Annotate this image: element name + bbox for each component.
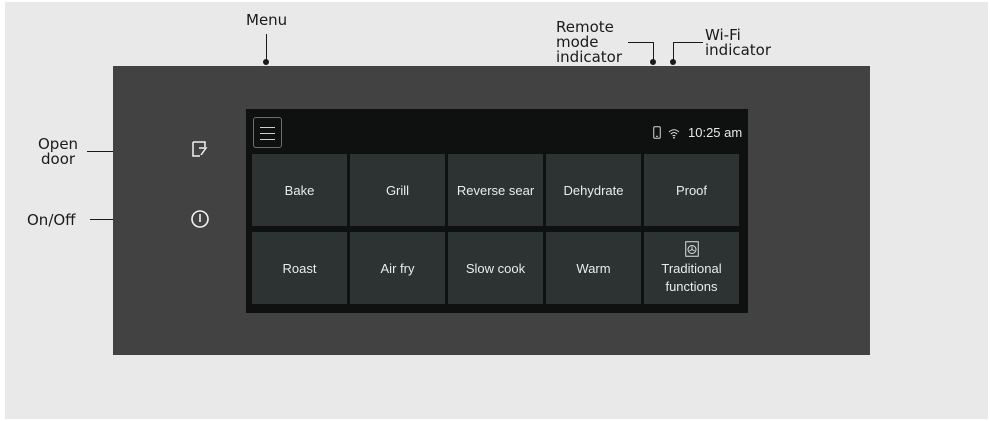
- callout-remote-dot: [650, 59, 656, 65]
- callout-menu-line: [266, 34, 267, 61]
- callout-remote-line-v: [653, 42, 654, 60]
- menu-icon-line: [260, 139, 275, 140]
- callout-remote-label: Remote mode indicator: [556, 18, 623, 66]
- function-grill[interactable]: Grill: [350, 154, 445, 226]
- function-dehydrate[interactable]: Dehydrate: [546, 154, 641, 226]
- open-door-button[interactable]: [190, 139, 210, 159]
- wifi-icon: [668, 126, 680, 139]
- callout-remote-line-h: [628, 42, 653, 43]
- callout-open-door-label: Open door: [38, 135, 79, 168]
- power-button[interactable]: [189, 208, 211, 230]
- callout-on-off-label: On/Off: [27, 211, 76, 229]
- callout-wifi-line-v: [673, 42, 674, 60]
- function-traditional[interactable]: Traditional functions: [644, 232, 739, 304]
- clock-time: 10:25 am: [688, 125, 743, 140]
- callout-wifi-label: Wi-Fi indicator: [705, 26, 772, 59]
- menu-icon-line: [260, 127, 275, 128]
- function-bake[interactable]: Bake: [252, 154, 347, 226]
- function-proof[interactable]: Proof: [644, 154, 739, 226]
- menu-button[interactable]: [253, 117, 282, 148]
- open-door-icon: [192, 141, 208, 157]
- callout-menu-dot: [263, 59, 269, 65]
- function-warm[interactable]: Warm: [546, 232, 641, 304]
- power-icon: [191, 210, 209, 228]
- function-roast[interactable]: Roast: [252, 232, 347, 304]
- traditional-line2: functions: [665, 278, 718, 294]
- fan-oven-icon: [684, 240, 699, 257]
- function-air-fry[interactable]: Air fry: [350, 232, 445, 304]
- function-reverse-sear[interactable]: Reverse sear: [448, 154, 543, 226]
- traditional-line1: Traditional: [661, 260, 722, 276]
- menu-icon-line: [260, 133, 275, 134]
- function-slow-cook[interactable]: Slow cook: [448, 232, 543, 304]
- callout-menu-label: Menu: [246, 11, 288, 29]
- phone-remote-icon: [653, 126, 661, 139]
- callout-wifi-line-h: [673, 42, 703, 43]
- callout-wifi-dot: [670, 59, 676, 65]
